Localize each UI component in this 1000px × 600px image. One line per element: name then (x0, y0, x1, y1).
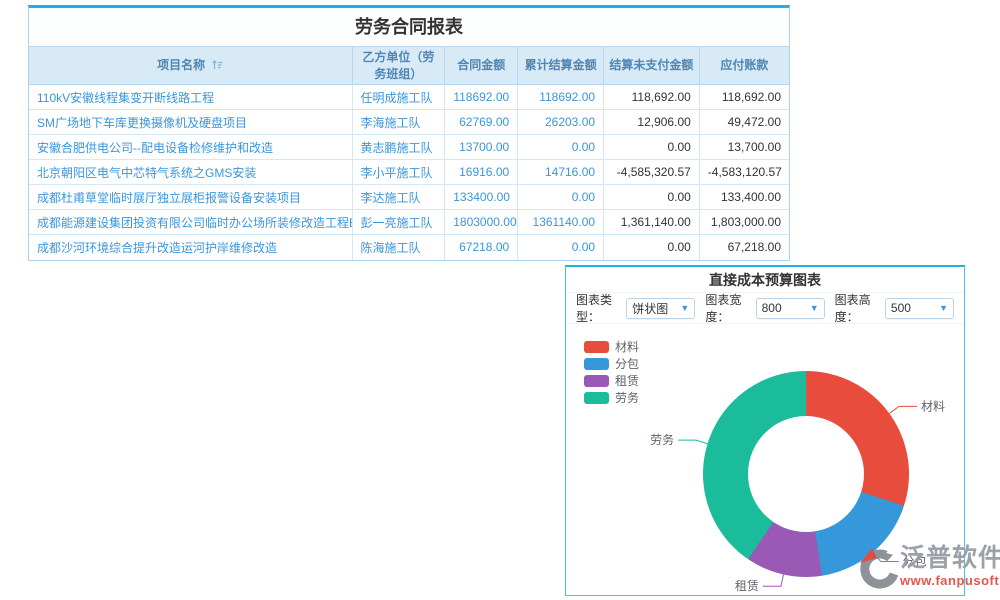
project-name-link[interactable]: SM广场地下车库更换摄像机及硬盘项目 (29, 110, 352, 135)
project-name-link[interactable]: 成都杜甫草堂临时展厅独立展柜报警设备安装项目 (29, 185, 352, 210)
payable-amount-cell: 49,472.00 (699, 110, 789, 135)
report-table: 项目名称 乙方单位（劳务班组） 合同金额 累计结算金额 结算未支付金额 应付账款… (29, 46, 789, 260)
payable-amount-cell: 118,692.00 (699, 85, 789, 110)
contractor-team-link[interactable]: 李海施工队 (352, 110, 445, 135)
contract-amount-cell: 133400.00 (445, 185, 518, 210)
chart-width-select[interactable]: 800 ▼ (756, 298, 825, 319)
project-name-link[interactable]: 成都沙河环境综合提升改造运河护岸维修改造 (29, 235, 352, 260)
chart-height-select[interactable]: 500 ▼ (885, 298, 954, 319)
unpaid-amount-cell: 118,692.00 (604, 85, 700, 110)
sort-icon[interactable] (212, 59, 223, 70)
legend-swatch (584, 358, 609, 370)
column-header-contract-amount: 合同金额 (445, 47, 518, 85)
project-name-link[interactable]: 安徽合肥供电公司--配电设备检修维护和改造 (29, 135, 352, 160)
column-header-payable: 应付账款 (699, 47, 789, 85)
contract-amount-cell: 67218.00 (445, 235, 518, 260)
table-row: 成都杜甫草堂临时展厅独立展柜报警设备安装项目 李达施工队 133400.00 0… (29, 185, 789, 210)
contract-amount-cell: 1803000.00 (445, 210, 518, 235)
column-header-unpaid-amount: 结算未支付金额 (604, 47, 700, 85)
contractor-team-link[interactable]: 任明成施工队 (352, 85, 445, 110)
contract-amount-cell: 16916.00 (445, 160, 518, 185)
project-name-link[interactable]: 成都能源建设集团投资有限公司临时办公场所装修改造工程EPC (29, 210, 352, 235)
chart-height-value: 500 (891, 301, 939, 315)
chevron-down-icon: ▼ (810, 303, 819, 313)
chart-width-value: 800 (762, 301, 810, 315)
legend-item[interactable]: 材料 (584, 338, 639, 355)
chart-type-select[interactable]: 饼状图 ▼ (626, 298, 695, 319)
legend-swatch (584, 375, 609, 387)
project-name-link[interactable]: 北京朝阳区电气中芯特气系统之GMS安装 (29, 160, 352, 185)
legend-label: 租赁 (615, 372, 639, 389)
settled-amount-cell: 26203.00 (518, 110, 604, 135)
table-row: 110kV安徽线程集变开断线路工程 任明成施工队 118692.00 11869… (29, 85, 789, 110)
watermark-url: www.fanpusoft.com (900, 573, 1000, 588)
chevron-down-icon: ▼ (939, 303, 948, 313)
chart-type-label: 图表类型： (576, 291, 622, 325)
payable-amount-cell: 133,400.00 (699, 185, 789, 210)
settled-amount-cell: 0.00 (518, 135, 604, 160)
column-header-label: 项目名称 (157, 58, 205, 72)
payable-amount-cell: 67,218.00 (699, 235, 789, 260)
table-row: SM广场地下车库更换摄像机及硬盘项目 李海施工队 62769.00 26203.… (29, 110, 789, 135)
legend-item[interactable]: 分包 (584, 355, 639, 372)
legend-swatch (584, 341, 609, 353)
legend-label: 劳务 (615, 389, 639, 406)
chart-height-label: 图表高度： (835, 291, 881, 325)
unpaid-amount-cell: 12,906.00 (604, 110, 700, 135)
column-header-settled-amount: 累计结算金额 (518, 47, 604, 85)
settled-amount-cell: 118692.00 (518, 85, 604, 110)
unpaid-amount-cell: 0.00 (604, 185, 700, 210)
chart-width-control: 图表宽度： 800 ▼ (705, 291, 824, 325)
contract-amount-cell: 62769.00 (445, 110, 518, 135)
report-title: 劳务合同报表 (29, 8, 789, 46)
chevron-down-icon: ▼ (680, 303, 689, 313)
table-row: 成都沙河环境综合提升改造运河护岸维修改造 陈海施工队 67218.00 0.00… (29, 235, 789, 260)
settled-amount-cell: 1361140.00 (518, 210, 604, 235)
contractor-team-link[interactable]: 彭一亮施工队 (352, 210, 445, 235)
payable-amount-cell: -4,583,120.57 (699, 160, 789, 185)
legend-swatch (584, 392, 609, 404)
contractor-team-link[interactable]: 陈海施工队 (352, 235, 445, 260)
payable-amount-cell: 13,700.00 (699, 135, 789, 160)
unpaid-amount-cell: 1,361,140.00 (604, 210, 700, 235)
chart-type-control: 图表类型： 饼状图 ▼ (576, 291, 695, 325)
table-row: 安徽合肥供电公司--配电设备检修维护和改造 黄志鹏施工队 13700.00 0.… (29, 135, 789, 160)
chart-type-value: 饼状图 (632, 300, 680, 317)
fanpu-logo-icon (856, 545, 898, 591)
contractor-team-link[interactable]: 李小平施工队 (352, 160, 445, 185)
chart-panel-title: 直接成本预算图表 (566, 267, 964, 293)
contract-amount-cell: 118692.00 (445, 85, 518, 110)
chart-controls: 图表类型： 饼状图 ▼ 图表宽度： 800 ▼ 图表高度： 500 ▼ (566, 293, 964, 324)
svg-text:材料: 材料 (921, 399, 945, 413)
legend-item[interactable]: 劳务 (584, 389, 639, 406)
donut-hole (748, 416, 864, 532)
svg-text:租赁: 租赁 (735, 579, 759, 593)
labor-contract-report-panel: 劳务合同报表 项目名称 乙方单位（劳务班组） 合同金额 累计结算金额 结算未支付… (28, 5, 790, 261)
column-header-contractor: 乙方单位（劳务班组） (352, 47, 445, 85)
project-name-link[interactable]: 110kV安徽线程集变开断线路工程 (29, 85, 352, 110)
svg-text:劳务: 劳务 (650, 432, 674, 447)
legend-item[interactable]: 租赁 (584, 372, 639, 389)
watermark-brand: 泛普软件 (900, 545, 1000, 573)
unpaid-amount-cell: 0.00 (604, 235, 700, 260)
chart-width-label: 图表宽度： (705, 291, 751, 325)
legend-label: 分包 (615, 355, 639, 372)
contractor-team-link[interactable]: 黄志鹏施工队 (352, 135, 445, 160)
settled-amount-cell: 14716.00 (518, 160, 604, 185)
unpaid-amount-cell: -4,585,320.57 (604, 160, 700, 185)
settled-amount-cell: 0.00 (518, 235, 604, 260)
table-row: 成都能源建设集团投资有限公司临时办公场所装修改造工程EPC 彭一亮施工队 180… (29, 210, 789, 235)
settled-amount-cell: 0.00 (518, 185, 604, 210)
chart-legend: 材料 分包 租赁 劳务 (584, 338, 639, 406)
contract-amount-cell: 13700.00 (445, 135, 518, 160)
fanpu-watermark: 泛普软件 www.fanpusoft.com (856, 545, 1000, 591)
table-header-row: 项目名称 乙方单位（劳务班组） 合同金额 累计结算金额 结算未支付金额 应付账款 (29, 47, 789, 85)
legend-label: 材料 (615, 338, 639, 355)
unpaid-amount-cell: 0.00 (604, 135, 700, 160)
table-row: 北京朝阳区电气中芯特气系统之GMS安装 李小平施工队 16916.00 1471… (29, 160, 789, 185)
column-header-project-name[interactable]: 项目名称 (29, 47, 352, 85)
chart-height-control: 图表高度： 500 ▼ (835, 291, 954, 325)
payable-amount-cell: 1,803,000.00 (699, 210, 789, 235)
contractor-team-link[interactable]: 李达施工队 (352, 185, 445, 210)
